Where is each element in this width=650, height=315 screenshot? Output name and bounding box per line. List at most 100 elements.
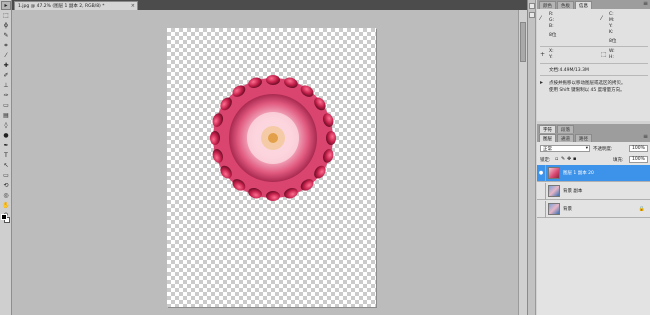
info-r: R: [549,12,554,17]
close-icon[interactable]: × [131,3,135,9]
chevron-down-icon: ▾ [585,146,588,151]
3d-rotate-tool-icon[interactable]: ⟲ [1,181,11,190]
visibility-eye-icon[interactable] [537,182,546,200]
info-g: G: [549,18,555,23]
layer-thumbnail [548,167,560,179]
clone-stamp-tool-icon[interactable]: ⊥ [1,81,11,90]
fill-field[interactable]: 100% [629,156,648,163]
vertical-scrollbar[interactable] [518,10,527,315]
lock-pixels-icon[interactable]: ✎ [561,156,565,162]
visibility-eye-icon[interactable] [537,200,546,218]
3d-orbit-tool-icon[interactable]: ◎ [1,191,11,200]
panel-menu-icon[interactable]: ≡ [643,0,648,7]
history-brush-tool-icon[interactable]: ✑ [1,91,11,100]
layer-name: 图层 1 副本 20 [563,171,594,176]
shape-tool-icon[interactable]: ▭ [1,171,11,180]
lock-icon: 🔒 [638,206,645,212]
crop-tool-icon[interactable]: ⌗ [1,41,11,50]
collapsed-panel-strip [528,0,536,315]
blend-mode-value: 正常 [543,146,552,152]
lasso-tool-icon[interactable]: ϕ [1,21,11,30]
actions-panel-icon[interactable] [529,12,535,18]
info-bit-depth-2: 8位 [609,39,617,44]
layers-panel: 正常 ▾ 不透明度: 100% 锁定: ▫ ✎ ✥ ▪ 填充: 100% ● 图层… [537,142,650,315]
opacity-label: 不透明度: [593,147,613,152]
lock-transparent-icon[interactable]: ▫ [555,156,558,162]
type-tool-icon[interactable]: T [1,151,11,160]
tab-info[interactable]: 信息 [575,1,592,9]
tool-hint-line-1: 点按并拖移以移动图层或选区的拷贝。 [549,81,626,86]
layers-panel-menu-icon[interactable]: ≡ [643,133,648,140]
layer-row[interactable]: 背景 副本 [537,182,650,200]
pen-tool-icon[interactable]: ✒ [1,141,11,150]
info-y: Y: [609,24,613,29]
right-panel-dock: 颜色 色板 信息 ≡ ⁄ R: G: B: 8位 ⁄ C: M: Y: K: 8… [527,0,650,315]
info-bit-depth-1: 8位 [549,33,557,38]
info-b: B: [549,24,554,29]
fill-label: 填充: [613,158,624,163]
blur-tool-icon[interactable]: ◊ [1,121,11,130]
info-m: M: [609,18,615,23]
flower-bud [210,131,220,145]
healing-brush-tool-icon[interactable]: ✚ [1,61,11,70]
scrollbar-thumb[interactable] [520,22,526,62]
eyedropper-tool-icon[interactable]: ⁄ [1,51,11,60]
document-canvas[interactable] [167,28,376,307]
visibility-eye-icon[interactable]: ● [537,164,546,182]
eyedropper-icon: ⁄ [540,15,542,22]
tab-paragraph[interactable]: 段落 [557,125,574,133]
tab-swatches[interactable]: 色板 [557,1,574,9]
layer-name: 背景 [563,207,572,212]
eyedropper-icon-2: ⁄ [601,15,603,22]
document-tab[interactable]: 1.jpg @ 47.2% (图层 1 副本 2, RGB/8) * × [14,1,138,10]
layer-thumbnail [548,203,560,215]
tab-character[interactable]: 字符 [539,125,556,133]
character-panel-tabs: 字符 段落 [537,124,650,133]
layers-panel-tabs: 图层 通道 路径 ≡ [537,133,650,142]
brush-tool-icon[interactable]: ✐ [1,71,11,80]
info-panel: ⁄ R: G: B: 8位 ⁄ C: M: Y: K: 8位 + X: Y: ⬚… [537,9,650,121]
info-h: H: [609,55,614,60]
tab-channels[interactable]: 通道 [557,134,574,142]
flower-bud [266,191,280,201]
gradient-tool-icon[interactable]: ▤ [1,111,11,120]
tool-hint-line-2: 使用 Shift 键限制以 45 度增量方向。 [549,88,625,93]
fill-value: 100% [632,157,645,162]
opacity-field[interactable]: 100% [629,145,648,152]
lock-label: 锁定: [540,158,551,163]
info-y-coord: Y: [549,55,553,60]
document-tab-bar: 1.jpg @ 47.2% (图层 1 副本 2, RGB/8) * × [12,0,527,10]
quick-select-tool-icon[interactable]: ✎ [1,31,11,40]
selection-size-icon: ⬚ [601,51,607,58]
info-c: C: [609,12,614,17]
lock-position-icon[interactable]: ✥ [567,156,571,162]
move-tool-icon[interactable]: ▸ [1,1,11,10]
opacity-value: 100% [632,146,645,151]
info-panel-tabs: 颜色 色板 信息 ≡ [537,0,650,9]
eraser-tool-icon[interactable]: ▭ [1,101,11,110]
flower-artwork [210,75,336,201]
flower-bud [266,75,280,85]
lock-all-icon[interactable]: ▪ [573,156,576,162]
layer-row[interactable]: 背景 🔒 [537,200,650,218]
hand-tool-icon[interactable]: ✋ [1,201,11,210]
info-k: K: [609,30,614,35]
flower-bud [326,131,336,145]
info-w: W: [609,49,615,54]
move-tool-hint-icon: ▸ [540,79,544,86]
tab-color[interactable]: 颜色 [539,1,556,9]
history-panel-icon[interactable] [529,3,535,9]
layer-row[interactable]: ● 图层 1 副本 20 [537,164,650,182]
foreground-color-swatch[interactable] [1,214,7,220]
tab-paths[interactable]: 路径 [575,134,592,142]
path-select-tool-icon[interactable]: ↖ [1,161,11,170]
marquee-tool-icon[interactable]: ⬚ [1,11,11,20]
layer-name: 背景 副本 [563,189,583,194]
tab-layers[interactable]: 图层 [539,134,556,142]
info-x: X: [549,49,554,54]
dodge-tool-icon[interactable]: ● [1,131,11,140]
tools-panel: ▸⬚ϕ✎⌗⁄✚✐⊥✑▭▤◊●✒T↖▭⟲◎✋⚲ [0,0,12,315]
layer-thumbnail [548,185,560,197]
document-size-readout: 文档:4.49M/13.3M [549,68,589,73]
blend-mode-select[interactable]: 正常 ▾ [540,145,590,152]
